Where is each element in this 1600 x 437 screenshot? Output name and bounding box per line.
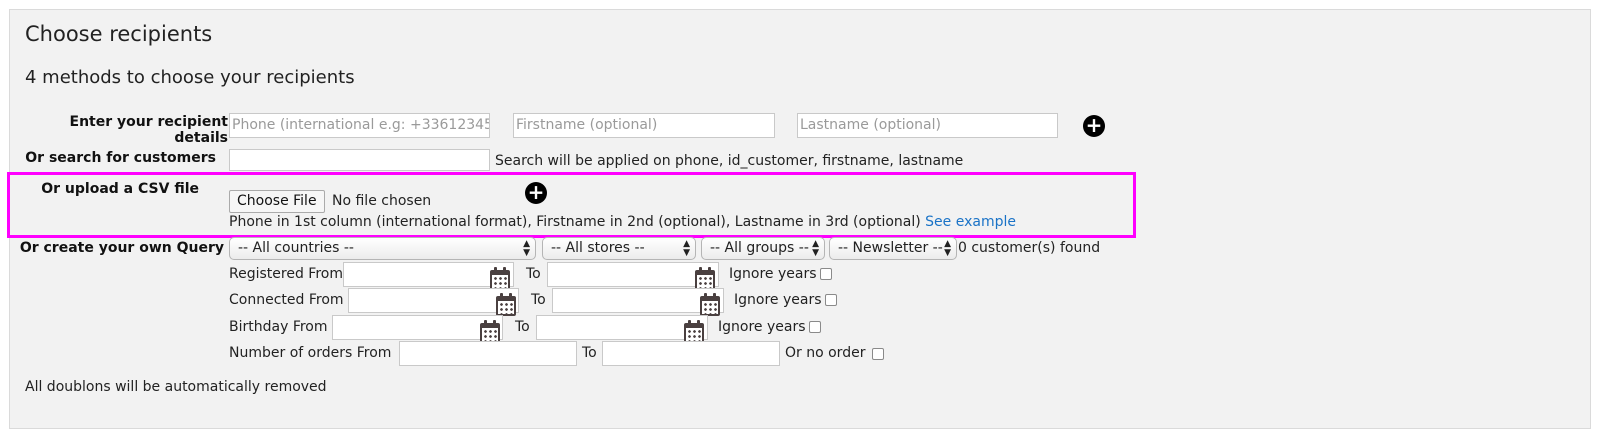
registered-to-input[interactable] xyxy=(547,262,719,287)
select-arrow-icon: ▲ ▼ xyxy=(683,239,690,258)
choose-file-button[interactable]: Choose File xyxy=(229,190,325,213)
registered-ignore-years-checkbox[interactable] xyxy=(820,268,832,280)
connected-from-input[interactable] xyxy=(348,288,519,313)
calendar-icon[interactable] xyxy=(684,320,704,343)
csv-hint-text: Phone in 1st column (international forma… xyxy=(229,214,921,230)
csv-hint: Phone in 1st column (international forma… xyxy=(229,214,1016,230)
connected-from-label: Connected From xyxy=(229,292,344,308)
connected-to-label: To xyxy=(531,292,546,308)
calendar-icon[interactable] xyxy=(490,267,510,290)
connected-ignore-years-checkbox[interactable] xyxy=(825,294,837,306)
lastname-input[interactable]: Lastname (optional) xyxy=(797,113,1058,138)
stores-select-value: -- All stores -- xyxy=(551,240,645,256)
orders-from-label: Number of orders From xyxy=(229,345,392,361)
connected-ignore-years-label: Ignore years xyxy=(734,292,822,308)
customers-found-count: 0 customer(s) found xyxy=(958,240,1101,256)
add-csv-plus-icon[interactable]: + xyxy=(525,182,547,204)
registered-to-label: To xyxy=(526,266,541,282)
search-hint: Search will be applied on phone, id_cust… xyxy=(495,153,964,169)
calendar-icon[interactable] xyxy=(480,320,500,343)
groups-select[interactable]: -- All groups -- ▲ ▼ xyxy=(701,237,825,260)
birthday-to-label: To xyxy=(515,319,530,335)
birthday-from-label: Birthday From xyxy=(229,319,328,335)
countries-select-value: -- All countries -- xyxy=(238,240,354,256)
search-customers-label: Or search for customers xyxy=(25,150,216,166)
recipient-details-label: Enter your recipient details xyxy=(69,114,228,146)
stores-select[interactable]: -- All stores -- ▲ ▼ xyxy=(542,237,696,260)
registered-from-input[interactable] xyxy=(343,262,514,287)
birthday-ignore-years-label: Ignore years xyxy=(718,319,806,335)
countries-select[interactable]: -- All countries -- ▲ ▼ xyxy=(229,237,536,260)
calendar-icon[interactable] xyxy=(700,293,720,316)
file-status: No file chosen xyxy=(332,193,432,209)
registered-ignore-years-label: Ignore years xyxy=(729,266,817,282)
birthday-ignore-years-checkbox[interactable] xyxy=(809,321,821,333)
birthday-to-input[interactable] xyxy=(536,315,708,340)
phone-input[interactable]: Phone (international e.g: +33612345678) xyxy=(229,113,490,138)
select-arrow-icon: ▲ ▼ xyxy=(523,239,530,258)
see-example-link[interactable]: See example xyxy=(925,214,1016,230)
orders-from-input[interactable] xyxy=(399,341,577,366)
doublons-note: All doublons will be automatically remov… xyxy=(25,379,327,395)
orders-to-input[interactable] xyxy=(602,341,780,366)
section-subtitle: 4 methods to choose your recipients xyxy=(25,67,355,88)
select-arrow-icon: ▲ ▼ xyxy=(812,239,819,258)
query-label: Or create your own Query xyxy=(19,240,224,256)
select-arrow-icon: ▲ ▼ xyxy=(944,239,951,258)
registered-from-label: Registered From xyxy=(229,266,343,282)
calendar-icon[interactable] xyxy=(496,293,516,316)
groups-select-value: -- All groups -- xyxy=(710,240,809,256)
search-customers-input[interactable] xyxy=(229,149,490,171)
newsletter-select[interactable]: -- Newsletter -- ▲ ▼ xyxy=(829,237,957,260)
orders-to-label: To xyxy=(582,345,597,361)
calendar-icon[interactable] xyxy=(695,267,715,290)
no-order-checkbox[interactable] xyxy=(872,348,884,360)
birthday-from-input[interactable] xyxy=(332,315,503,340)
newsletter-select-value: -- Newsletter -- xyxy=(838,240,943,256)
firstname-input[interactable]: Firstname (optional) xyxy=(513,113,775,138)
no-order-label: Or no order xyxy=(785,345,866,361)
connected-to-input[interactable] xyxy=(552,288,724,313)
page-title: Choose recipients xyxy=(25,22,213,46)
add-recipient-plus-icon[interactable]: + xyxy=(1083,115,1105,137)
csv-upload-label: Or upload a CSV file xyxy=(41,181,199,197)
